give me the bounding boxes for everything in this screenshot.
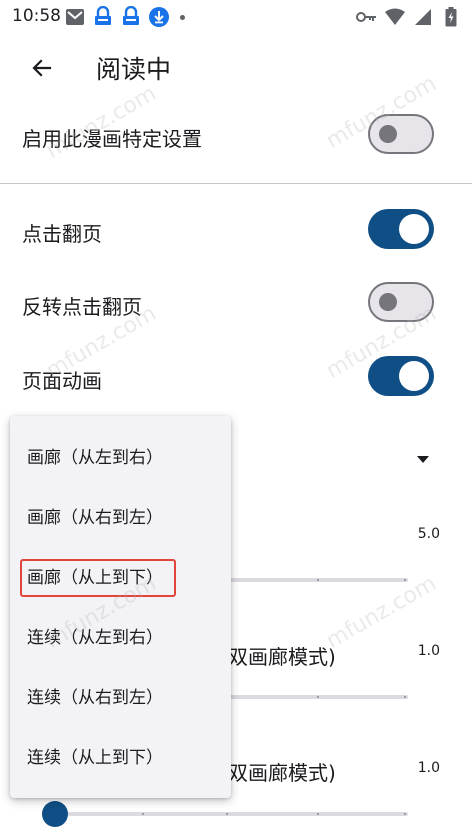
system-icons xyxy=(356,6,462,28)
slider-tick xyxy=(226,813,228,815)
menu-item-label: 画廊（从左到右） xyxy=(27,448,163,468)
status-time: 10:58 xyxy=(12,6,61,26)
invert-tap-switch[interactable] xyxy=(368,282,434,322)
slider-tick xyxy=(317,696,319,698)
menu-item-label: 连续（从上到下） xyxy=(27,748,163,768)
setting-label: 反转点击翻页 xyxy=(22,295,142,319)
slider-value: 1.0 xyxy=(417,643,440,659)
wifi-icon xyxy=(384,6,406,28)
menu-item-label: 连续（从右到左） xyxy=(27,688,163,708)
vpn-key-icon xyxy=(356,6,378,28)
setting-label: 启用此漫画特定设置 xyxy=(22,127,202,151)
menu-item-gallery-ltr[interactable]: 画廊（从左到右） xyxy=(10,425,231,485)
slider-tick xyxy=(404,696,406,698)
menu-item-label: 画廊（从右到左） xyxy=(27,508,163,528)
switch-knob xyxy=(379,125,397,143)
gmail-icon xyxy=(64,6,86,28)
slider-tick xyxy=(404,579,406,581)
slider-tick xyxy=(142,813,144,815)
setting-page-animation[interactable]: 页面动画 xyxy=(0,348,472,408)
switch-knob xyxy=(399,361,429,391)
switch-knob xyxy=(399,214,429,244)
download-circle-icon xyxy=(148,6,170,28)
download-lock-icon xyxy=(92,6,114,28)
divider xyxy=(0,183,472,184)
dot-icon xyxy=(180,14,185,20)
signal-icon xyxy=(412,6,434,28)
menu-item-gallery-rtl[interactable]: 画廊（从右到左） xyxy=(10,485,231,545)
slider-tick xyxy=(404,813,406,815)
notification-icons xyxy=(64,6,185,28)
specific-settings-switch[interactable] xyxy=(368,114,434,154)
switch-knob xyxy=(379,293,397,311)
setting-tap-to-turn[interactable]: 点击翻页 xyxy=(0,201,472,261)
slider-label: 双画廊模式) xyxy=(228,645,336,669)
status-bar: 10:58 xyxy=(0,0,472,34)
slider-tick xyxy=(317,579,319,581)
app-bar: 阅读中 xyxy=(0,34,472,98)
slider-tick xyxy=(317,813,319,815)
slider-label: 双画廊模式) xyxy=(228,761,336,785)
dropdown-arrow-icon[interactable] xyxy=(417,456,429,463)
download-lock-icon xyxy=(120,6,142,28)
slider-value: 1.0 xyxy=(417,760,440,776)
menu-item-continuous-rtl[interactable]: 连续（从右到左） xyxy=(10,665,231,725)
slider-value: 5.0 xyxy=(417,526,440,542)
menu-item-label: 连续（从左到右） xyxy=(27,628,163,648)
page-title: 阅读中 xyxy=(96,55,172,84)
setting-label: 页面动画 xyxy=(22,369,102,393)
arrow-back-icon xyxy=(32,59,52,77)
battery-icon xyxy=(440,6,462,28)
slider-track[interactable] xyxy=(44,812,408,816)
viewer-mode-menu: 画廊（从左到右） 画廊（从右到左） 画廊（从上到下） 连续（从左到右） 连续（从… xyxy=(10,416,231,798)
setting-label: 点击翻页 xyxy=(22,222,102,246)
tap-to-turn-switch[interactable] xyxy=(368,209,434,249)
page-animation-switch[interactable] xyxy=(368,356,434,396)
menu-item-continuous-ttb[interactable]: 连续（从上到下） xyxy=(10,725,231,785)
menu-item-continuous-ltr[interactable]: 连续（从左到右） xyxy=(10,605,231,665)
setting-specific-settings[interactable]: 启用此漫画特定设置 xyxy=(0,106,472,166)
highlight-box xyxy=(20,559,176,597)
back-button[interactable] xyxy=(22,48,62,88)
setting-invert-tap[interactable]: 反转点击翻页 xyxy=(0,274,472,334)
watermark-logo: mfunz.com xyxy=(321,571,441,654)
slider-thumb[interactable] xyxy=(42,801,68,827)
